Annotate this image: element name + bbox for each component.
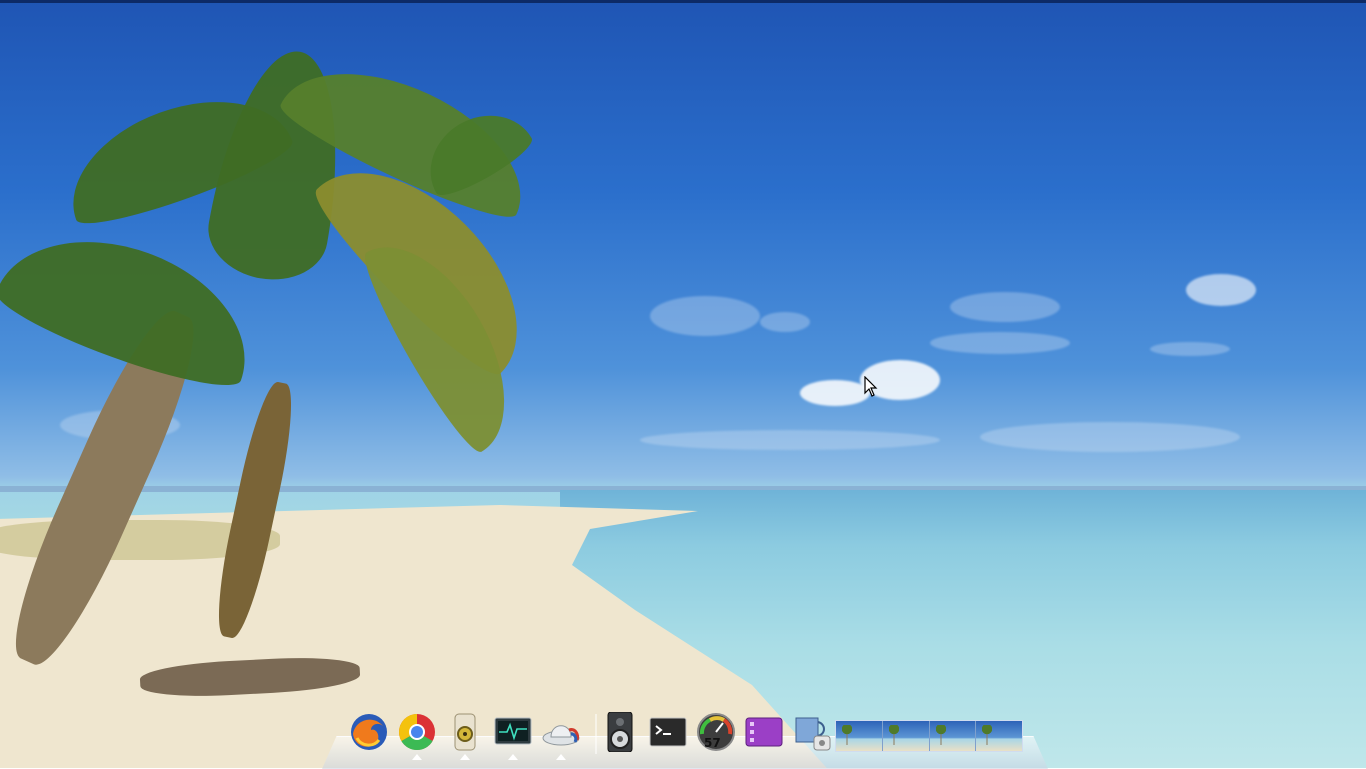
palm-thumbnail-icon — [888, 725, 899, 745]
network-icon[interactable] — [792, 712, 832, 752]
cpu-badge: 57 — [704, 736, 721, 750]
workspace-2[interactable] — [882, 721, 930, 751]
top-edge — [0, 0, 1366, 3]
desktop-wallpaper — [0, 0, 1366, 768]
running-indicator — [556, 754, 566, 760]
terminal-icon[interactable] — [648, 712, 688, 752]
running-indicator — [460, 754, 470, 760]
speaker-icon[interactable] — [600, 712, 640, 752]
purple-app-icon[interactable] — [744, 712, 784, 752]
cloud — [760, 312, 810, 332]
dock: 57 — [322, 708, 1048, 769]
workspace-1[interactable] — [836, 721, 883, 751]
palm-thumbnail-icon — [935, 725, 946, 745]
cloud — [640, 430, 940, 450]
hat-icon[interactable] — [541, 712, 581, 752]
palm-thumbnail-icon — [842, 725, 852, 745]
dock-separator — [595, 714, 597, 754]
cloud — [950, 292, 1060, 322]
workspace-3[interactable] — [929, 721, 977, 751]
workspace-4[interactable] — [976, 721, 1022, 751]
cloud — [1186, 274, 1256, 306]
system-monitor-icon[interactable] — [493, 712, 533, 752]
running-indicator — [412, 754, 422, 760]
cloud — [800, 380, 870, 406]
mouse-cursor-icon — [864, 376, 878, 397]
cloud — [980, 422, 1240, 452]
cloud — [650, 296, 760, 336]
speaker-app-icon[interactable] — [445, 712, 485, 752]
cpu-monitor[interactable]: 57 — [696, 712, 736, 752]
firefox-icon[interactable] — [349, 712, 389, 752]
chrome-icon[interactable] — [397, 712, 437, 752]
cloud — [1150, 342, 1230, 356]
cloud — [930, 332, 1070, 354]
palm-thumbnail-icon — [982, 725, 993, 745]
workspace-switcher — [835, 720, 1023, 752]
running-indicator — [508, 754, 518, 760]
